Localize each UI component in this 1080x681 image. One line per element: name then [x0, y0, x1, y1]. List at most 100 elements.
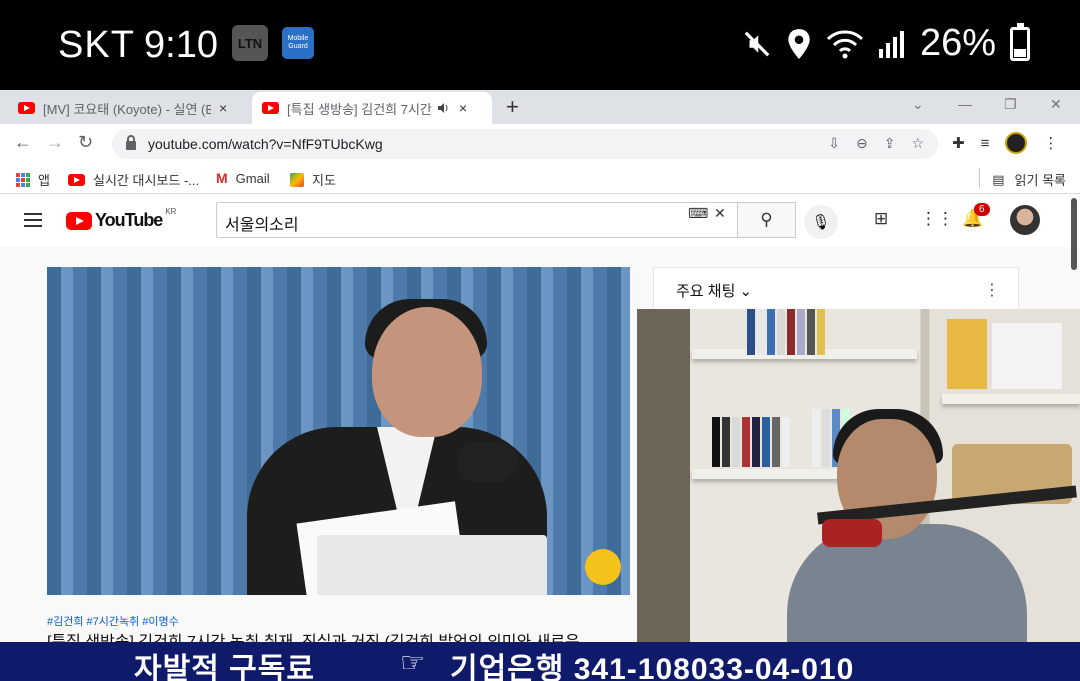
carrier-label: SKT [58, 24, 135, 66]
lock-icon[interactable] [126, 135, 136, 150]
donation-banner: 자발적 구독료 ☞ 기업은행 341-108033-04-010 [0, 642, 1080, 681]
tab-search-icon[interactable]: ⌄ [912, 96, 924, 113]
chevron-down-icon: ⌄ [739, 283, 753, 300]
install-app-icon[interactable]: ⇩ [828, 135, 840, 152]
battery-percent: 26% [919, 22, 996, 64]
reading-list-button[interactable]: ▤ 읽기 목록 [992, 170, 1066, 189]
pointing-hand-icon: ☞ [400, 647, 426, 678]
gmail-icon: M [216, 170, 228, 186]
battery-level [1014, 49, 1026, 57]
search-icon: ⚲ [760, 210, 773, 229]
youtube-header: YouTube KR 서울의소리 ⌨ ✕ ⚲ 🎙 ⊞ ⋮⋮ 🔔 6 [0, 195, 1080, 247]
youtube-favicon-icon [18, 102, 35, 114]
create-video-icon[interactable]: ⊞ [874, 209, 888, 229]
bookmark-gmail[interactable]: M Gmail [216, 170, 270, 186]
bookmark-star-icon[interactable]: ☆ [911, 135, 924, 152]
new-tab-button[interactable]: + [506, 94, 519, 120]
account-avatar[interactable] [1010, 205, 1040, 235]
extension-area: ✚ ≡ ⋮ [952, 132, 1058, 154]
video-laptop [317, 535, 547, 595]
video-hashtags[interactable]: #김건희 #7시간녹취 #이명수 [47, 613, 179, 629]
youtube-play-icon [66, 211, 92, 230]
clear-search-icon[interactable]: ✕ [714, 205, 726, 222]
bookmarks-bar: 앱 실시간 대시보드 -... M Gmail 지도 ▤ 읽기 목록 [0, 162, 1080, 194]
pip-books [712, 417, 790, 467]
status-icons: 26% [742, 22, 1030, 65]
chrome-menu-icon[interactable]: ⋮ [1043, 134, 1058, 152]
video-microphone [457, 442, 517, 482]
chat-more-options-icon[interactable]: ⋮ [984, 280, 1000, 300]
bookmark-label: 앱 [38, 173, 50, 188]
bookmark-label: 실시간 대시보드 -... [93, 173, 200, 188]
extensions-puzzle-icon[interactable]: ✚ [952, 134, 965, 152]
forward-icon[interactable]: → [46, 132, 64, 153]
pip-books [747, 309, 825, 355]
youtube-favicon-icon [68, 173, 85, 186]
bookmark-label: Gmail [235, 170, 270, 186]
maps-icon [290, 172, 304, 187]
keyboard-icon[interactable]: ⌨ [688, 205, 708, 222]
search-query: 서울의소리 [225, 217, 299, 234]
reading-list-label: 읽기 목록 [1014, 173, 1066, 188]
pip-box [947, 319, 987, 389]
bookmark-maps[interactable]: 지도 [290, 170, 336, 189]
microphone-icon: 🎙 [811, 214, 831, 231]
minimize-icon[interactable]: — [958, 96, 972, 112]
omnibox-actions: ⇩ ⊖ ⇪ ☆ [828, 135, 924, 152]
menu-hamburger-icon[interactable] [24, 213, 42, 231]
page-scrollbar[interactable] [1071, 198, 1077, 270]
youtube-favicon-icon [262, 102, 279, 114]
mute-icon [744, 31, 770, 56]
back-icon[interactable]: ← [14, 132, 32, 153]
apps-grid-icon [16, 172, 30, 187]
pip-camera-overlay[interactable] [637, 309, 1080, 642]
divider [979, 168, 980, 188]
banner-account-text: 기업은행 341-108033-04-010 [450, 653, 855, 681]
phone-screen: SKT 9:10 LTN Mobile Guard 26% [MV] 코요태 (… [0, 0, 1080, 681]
status-bar: SKT 9:10 LTN Mobile Guard 26% [0, 0, 1080, 90]
pip-shelf [942, 394, 1080, 404]
tab-koyote[interactable]: [MV] 코요태 (Koyote) - 실연 (Br × [8, 92, 248, 124]
restore-icon[interactable]: ❐ [1004, 96, 1017, 113]
share-icon[interactable]: ⇪ [884, 135, 896, 152]
voice-search-button[interactable]: 🎙 [804, 205, 838, 239]
bookmark-dashboard[interactable]: 실시간 대시보드 -... [68, 170, 199, 189]
video-player[interactable] [47, 267, 630, 595]
channel-watermark-logo [585, 549, 621, 585]
mobile-guard-icon: Mobile Guard [282, 27, 314, 59]
region-label: KR [165, 207, 177, 216]
url-text[interactable]: youtube.com/watch?v=NfF9TUbcKwg [148, 136, 383, 152]
clock: 9:10 [144, 24, 218, 66]
ltn-app-icon: LTN [232, 25, 268, 61]
notification-count-badge: 6 [974, 203, 990, 216]
apps-icon[interactable]: ⋮⋮ [920, 209, 954, 229]
search-button[interactable]: ⚲ [738, 202, 796, 238]
media-control-icon[interactable]: ≡ [981, 135, 990, 152]
search-input[interactable]: 서울의소리 [216, 202, 738, 238]
bookmark-apps[interactable]: 앱 [16, 170, 50, 189]
audio-playing-icon[interactable] [437, 102, 451, 114]
close-tab-icon[interactable]: × [219, 100, 227, 116]
signal-icon [878, 30, 904, 58]
reading-list-icon: ▤ [992, 171, 1005, 187]
address-bar[interactable]: youtube.com/watch?v=NfF9TUbcKwg ⇩ ⊖ ⇪ ☆ [112, 129, 938, 159]
pip-box [992, 323, 1062, 389]
tab-title: [특집 생방송] 김건희 7시간 [287, 101, 432, 117]
tab-strip: [MV] 코요태 (Koyote) - 실연 (Br × [특집 생방송] 김건… [0, 90, 1080, 124]
location-icon [788, 28, 810, 59]
zoom-icon[interactable]: ⊖ [856, 135, 868, 152]
banner-subscription-text: 자발적 구독료 [134, 653, 315, 681]
tab-live-broadcast[interactable]: [특집 생방송] 김건희 7시간 × [252, 92, 492, 124]
reload-icon[interactable]: ↻ [78, 132, 93, 153]
battery-icon [1010, 22, 1030, 61]
video-person-face [372, 307, 482, 437]
close-tab-icon[interactable]: × [459, 100, 467, 116]
chat-mode-dropdown[interactable]: 주요 채팅 ⌄ [676, 280, 752, 301]
profile-avatar[interactable] [1005, 132, 1028, 154]
close-window-icon[interactable]: ✕ [1050, 96, 1062, 113]
youtube-logo[interactable]: YouTube KR [66, 207, 177, 231]
live-chat-header: 주요 채팅 ⌄ ⋮ [653, 267, 1019, 311]
youtube-wordmark: YouTube [95, 210, 163, 230]
bookmark-label: 지도 [312, 173, 336, 188]
tab-title: [MV] 코요태 (Koyote) - 실연 (Br [43, 101, 211, 117]
